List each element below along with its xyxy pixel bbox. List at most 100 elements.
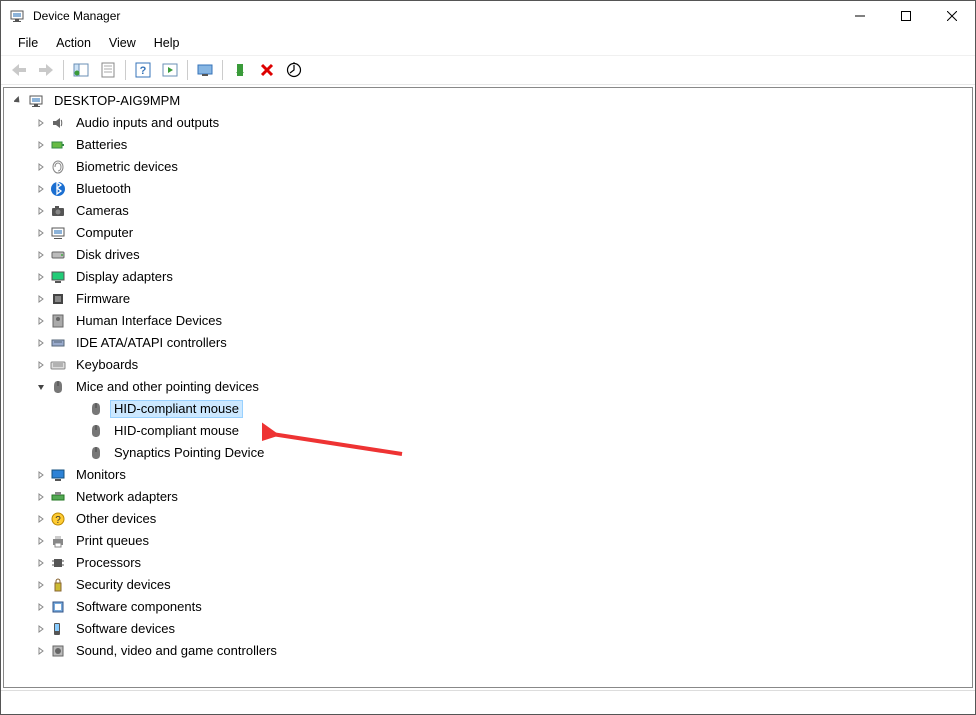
expand-icon[interactable] xyxy=(34,468,48,482)
tree-category[interactable]: Display adapters xyxy=(8,266,972,288)
maximize-button[interactable] xyxy=(883,1,929,31)
tree-category[interactable]: Software devices xyxy=(8,618,972,640)
menubar: File Action View Help xyxy=(1,31,975,55)
category-icon xyxy=(50,577,66,593)
tree-category[interactable]: Network adapters xyxy=(8,486,972,508)
toolbar-separator xyxy=(63,60,64,80)
expand-icon[interactable] xyxy=(34,270,48,284)
app-icon xyxy=(9,8,25,24)
tree-category[interactable]: Disk drives xyxy=(8,244,972,266)
category-icon xyxy=(50,225,66,241)
expand-icon[interactable] xyxy=(34,512,48,526)
tree-category[interactable]: Print queues xyxy=(8,530,972,552)
category-label: Human Interface Devices xyxy=(72,312,226,331)
category-icon xyxy=(50,115,66,131)
expand-icon[interactable] xyxy=(34,556,48,570)
category-label: Print queues xyxy=(72,532,153,551)
tree-root[interactable]: DESKTOP-AIG9MPM xyxy=(8,90,972,112)
tree-category[interactable]: Keyboards xyxy=(8,354,972,376)
svg-text:?: ? xyxy=(140,65,147,77)
tree-category[interactable]: Biometric devices xyxy=(8,156,972,178)
tree-device[interactable]: Synaptics Pointing Device xyxy=(8,442,972,464)
category-label: Bluetooth xyxy=(72,180,135,199)
expand-icon[interactable] xyxy=(34,600,48,614)
expand-icon[interactable] xyxy=(34,160,48,174)
device-tree[interactable]: DESKTOP-AIG9MPM Audio inputs and outputs… xyxy=(4,88,972,687)
category-label: Sound, video and game controllers xyxy=(72,642,281,661)
category-icon: ? xyxy=(50,511,66,527)
toolbar-separator xyxy=(125,60,126,80)
tree-category[interactable]: Computer xyxy=(8,222,972,244)
tree-category[interactable]: Security devices xyxy=(8,574,972,596)
expand-icon[interactable] xyxy=(34,534,48,548)
statusbar xyxy=(1,690,975,714)
menu-action[interactable]: Action xyxy=(47,33,100,53)
tree-category[interactable]: ? Other devices xyxy=(8,508,972,530)
device-label: HID-compliant mouse xyxy=(110,422,243,441)
back-button[interactable] xyxy=(7,58,31,82)
menu-view[interactable]: View xyxy=(100,33,145,53)
expand-icon[interactable] xyxy=(34,116,48,130)
tree-category[interactable]: Processors xyxy=(8,552,972,574)
category-label: Security devices xyxy=(72,576,175,595)
show-hide-console-tree-button[interactable] xyxy=(69,58,93,82)
tree-device[interactable]: HID-compliant mouse xyxy=(8,398,972,420)
help-button[interactable]: ? xyxy=(131,58,155,82)
enable-device-button[interactable] xyxy=(228,58,252,82)
category-icon xyxy=(50,335,66,351)
category-label: Audio inputs and outputs xyxy=(72,114,223,133)
tree-category[interactable]: Cameras xyxy=(8,200,972,222)
category-icon xyxy=(50,313,66,329)
tree-category[interactable]: Firmware xyxy=(8,288,972,310)
tree-category[interactable]: Software components xyxy=(8,596,972,618)
tree-category[interactable]: Sound, video and game controllers xyxy=(8,640,972,662)
tree-category[interactable]: IDE ATA/ATAPI controllers xyxy=(8,332,972,354)
mouse-icon xyxy=(88,401,104,417)
expand-icon[interactable] xyxy=(34,226,48,240)
expand-icon[interactable] xyxy=(34,336,48,350)
expand-icon[interactable] xyxy=(34,204,48,218)
category-label: Network adapters xyxy=(72,488,182,507)
uninstall-device-button[interactable] xyxy=(255,58,279,82)
menu-file[interactable]: File xyxy=(9,33,47,53)
expand-icon[interactable] xyxy=(34,138,48,152)
close-button[interactable] xyxy=(929,1,975,31)
category-label: Keyboards xyxy=(72,356,142,375)
category-icon xyxy=(50,467,66,483)
expand-icon[interactable] xyxy=(34,644,48,658)
expand-icon[interactable] xyxy=(34,358,48,372)
collapse-icon[interactable] xyxy=(12,94,26,108)
device-label: Synaptics Pointing Device xyxy=(110,444,268,463)
svg-text:?: ? xyxy=(55,515,61,526)
properties-button[interactable] xyxy=(96,58,120,82)
expand-icon[interactable] xyxy=(34,314,48,328)
collapse-icon[interactable] xyxy=(34,380,48,394)
tree-category[interactable]: Mice and other pointing devices xyxy=(8,376,972,398)
tree-category[interactable]: Bluetooth xyxy=(8,178,972,200)
category-label: Software devices xyxy=(72,620,179,639)
toolbar-separator xyxy=(222,60,223,80)
category-label: Monitors xyxy=(72,466,130,485)
menu-help[interactable]: Help xyxy=(145,33,189,53)
tree-category[interactable]: Monitors xyxy=(8,464,972,486)
scan-hardware-button[interactable] xyxy=(282,58,306,82)
update-driver-button[interactable] xyxy=(193,58,217,82)
tree-category[interactable]: Audio inputs and outputs xyxy=(8,112,972,134)
category-label: Disk drives xyxy=(72,246,144,265)
toolbar: ? xyxy=(1,55,975,85)
tree-device[interactable]: HID-compliant mouse xyxy=(8,420,972,442)
expand-icon[interactable] xyxy=(34,578,48,592)
category-icon xyxy=(50,621,66,637)
expand-icon[interactable] xyxy=(34,292,48,306)
expand-icon[interactable] xyxy=(34,622,48,636)
minimize-button[interactable] xyxy=(837,1,883,31)
tree-category[interactable]: Batteries xyxy=(8,134,972,156)
tree-category[interactable]: Human Interface Devices xyxy=(8,310,972,332)
forward-button[interactable] xyxy=(34,58,58,82)
category-icon xyxy=(50,533,66,549)
expand-icon[interactable] xyxy=(34,490,48,504)
expand-icon[interactable] xyxy=(34,182,48,196)
expand-icon[interactable] xyxy=(34,248,48,262)
toolbar-separator xyxy=(187,60,188,80)
action-button[interactable] xyxy=(158,58,182,82)
